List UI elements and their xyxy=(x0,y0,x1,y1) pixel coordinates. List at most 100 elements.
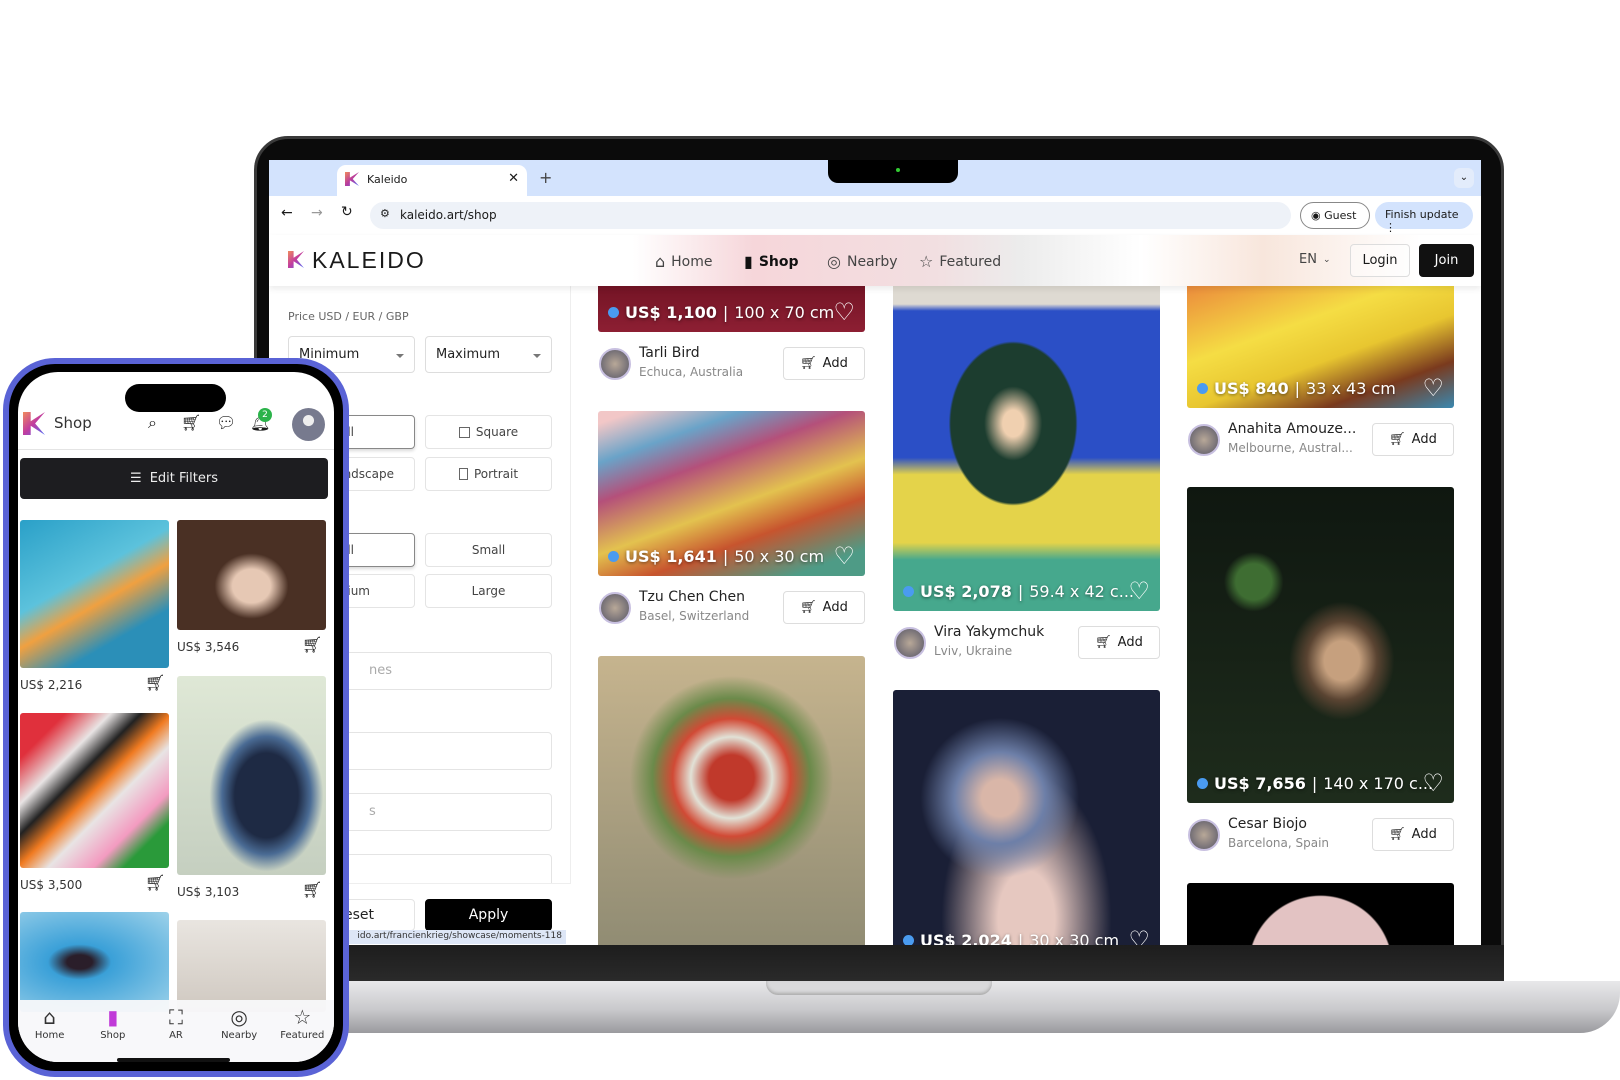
notification-badge: 2 xyxy=(258,408,272,422)
cart-icon[interactable]: 🛒︎ xyxy=(302,880,322,899)
artwork-image[interactable]: US$ 7,656 | 140 x 170 c... ♡ xyxy=(1187,487,1454,803)
artist-name[interactable]: Cesar Biojo xyxy=(1228,816,1307,832)
artwork-thumbnail[interactable] xyxy=(20,912,169,1012)
heart-icon[interactable]: ♡ xyxy=(1128,579,1150,603)
status-url-text: ido.art/francienkrieg/showcase/moments-1… xyxy=(357,931,562,941)
guest-profile-button[interactable]: ◉ Guest xyxy=(1300,202,1370,229)
nav-home[interactable]: ⌂ Home xyxy=(655,252,713,271)
avatar[interactable] xyxy=(292,408,325,441)
price-label: US$ 2,216 xyxy=(20,678,83,692)
input-placeholder: s xyxy=(369,804,376,819)
artwork-thumbnail[interactable] xyxy=(177,920,326,1012)
price-label: US$ 3,500 xyxy=(20,878,83,892)
address-bar-row: ← → ↻ ⚙ kaleido.art/shop ◉ Guest Finish … xyxy=(269,196,1481,235)
artist-name[interactable]: Anahita Amouze... xyxy=(1228,421,1356,437)
option-label: Square xyxy=(475,425,519,439)
heart-icon[interactable]: ♡ xyxy=(833,300,855,324)
finish-update-button[interactable]: Finish update ⋮ xyxy=(1375,202,1473,234)
artist-avatar[interactable] xyxy=(1188,424,1220,456)
cart-icon[interactable]: 🛒︎ xyxy=(145,673,165,692)
artist-avatar[interactable] xyxy=(599,592,631,624)
nav-label: Featured xyxy=(939,253,1002,270)
login-button[interactable]: Login xyxy=(1350,244,1410,277)
artist-name[interactable]: Vira Yakymchuk xyxy=(934,624,1044,640)
artwork-image[interactable] xyxy=(1187,883,1454,945)
bottom-nav-nearby[interactable]: ◎ Nearby xyxy=(209,1006,269,1062)
forward-icon[interactable]: → xyxy=(311,205,323,221)
nav-featured[interactable]: ☆ Featured xyxy=(919,252,1001,271)
artwork-thumbnail[interactable] xyxy=(177,520,326,630)
size-small[interactable]: Small xyxy=(425,533,552,567)
artwork-image[interactable]: US$ 2,078 | 59.4 x 42 c... ♡ xyxy=(893,270,1160,611)
new-tab-button[interactable]: + xyxy=(539,168,552,187)
artwork-image[interactable] xyxy=(598,656,865,945)
star-icon: ☆ xyxy=(919,252,934,271)
bottom-nav-shop[interactable]: ▮ Shop xyxy=(83,1006,143,1062)
browser-window: Kaleido ✕ + ⌄ ← → ↻ ⚙ kaleido.art/shop ◉… xyxy=(269,160,1481,945)
kaleido-logo-icon[interactable] xyxy=(23,412,45,435)
search-icon[interactable]: ⌕ xyxy=(148,413,157,433)
dimensions: 50 x 30 cm xyxy=(734,547,825,566)
artwork-image[interactable]: US$ 2,024 | 30 x 30 cm ♡ xyxy=(893,690,1160,945)
nav-label: Home xyxy=(34,1030,65,1041)
edit-filters-label: Edit Filters xyxy=(149,471,218,486)
artwork-image[interactable]: US$ 840 | 33 x 43 cm ♡ xyxy=(1187,270,1454,408)
heart-icon[interactable]: ♡ xyxy=(1422,376,1444,400)
artist-location: Lviv, Ukraine xyxy=(934,644,1013,658)
dimensions: 33 x 43 cm xyxy=(1306,379,1396,398)
site-logo[interactable]: KALEIDO xyxy=(288,247,426,274)
reload-icon[interactable]: ↻ xyxy=(341,204,353,220)
add-to-cart-button[interactable]: 🛒︎ Add xyxy=(1078,626,1160,659)
bottom-nav-featured[interactable]: ☆ Featured xyxy=(272,1006,332,1062)
price-maximum-select[interactable]: Maximum xyxy=(425,336,552,373)
add-label: Add xyxy=(822,600,848,615)
artist-row: Tzu Chen Chen Basel, Switzerland 🛒︎ Add xyxy=(598,589,865,626)
cart-icon: 🛒︎ xyxy=(800,600,817,615)
heart-icon[interactable]: ♡ xyxy=(1128,928,1150,945)
add-to-cart-button[interactable]: 🛒︎ Add xyxy=(783,347,865,380)
artist-avatar[interactable] xyxy=(1188,819,1220,851)
bottom-nav-home[interactable]: ⌂ Home xyxy=(20,1006,80,1062)
nav-shop[interactable]: ▮ Shop xyxy=(744,252,799,271)
artwork-thumbnail[interactable] xyxy=(177,676,326,875)
cart-icon: 🛒︎ xyxy=(1095,635,1112,650)
cart-icon: 🛒︎ xyxy=(1389,432,1406,447)
apply-button[interactable]: Apply xyxy=(425,899,552,931)
add-to-cart-button[interactable]: 🛒︎ Add xyxy=(1372,423,1454,456)
join-button[interactable]: Join xyxy=(1419,244,1474,277)
add-to-cart-button[interactable]: 🛒︎ Add xyxy=(783,591,865,624)
option-label: Portrait xyxy=(473,467,519,481)
url-input[interactable]: ⚙ kaleido.art/shop xyxy=(370,202,1291,229)
more-menu-icon[interactable]: ⋮ xyxy=(1385,221,1396,234)
orientation-portrait[interactable]: Portrait xyxy=(425,457,552,491)
language-select[interactable]: EN ⌄ xyxy=(1299,252,1331,267)
cart-icon: 🛒︎ xyxy=(1389,827,1406,842)
close-tab-icon[interactable]: ✕ xyxy=(508,171,519,186)
heart-icon[interactable]: ♡ xyxy=(833,544,855,568)
cart-icon[interactable]: 🛒︎ xyxy=(181,413,201,432)
nav-nearby[interactable]: ◎ Nearby xyxy=(827,252,898,271)
back-icon[interactable]: ← xyxy=(281,205,293,221)
chat-icon[interactable]: 💬︎ xyxy=(216,413,236,432)
edit-filters-button[interactable]: ☰ Edit Filters xyxy=(20,458,328,499)
orientation-square[interactable]: Square xyxy=(425,415,552,449)
bottom-nav-ar[interactable]: ⛶ AR xyxy=(146,1006,206,1062)
site-settings-icon[interactable]: ⚙ xyxy=(380,207,390,220)
artist-avatar[interactable] xyxy=(894,627,926,659)
cart-icon[interactable]: 🛒︎ xyxy=(302,635,322,654)
bottom-nav: ⌂ Home ▮ Shop ⛶ AR ◎ Nearby ☆ Featured xyxy=(18,1000,334,1062)
artist-name[interactable]: Tzu Chen Chen xyxy=(639,589,745,605)
add-to-cart-button[interactable]: 🛒︎ Add xyxy=(1372,818,1454,851)
browser-tab[interactable]: Kaleido ✕ xyxy=(337,165,527,196)
artwork-image[interactable]: US$ 1,641 | 50 x 30 cm ♡ xyxy=(598,411,865,576)
guest-label: Guest xyxy=(1324,209,1357,222)
nav-label: Nearby xyxy=(846,253,898,270)
artist-avatar[interactable] xyxy=(599,348,631,380)
size-large[interactable]: Large xyxy=(425,574,552,608)
cart-icon[interactable]: 🛒︎ xyxy=(145,873,165,892)
artwork-thumbnail[interactable] xyxy=(20,520,169,668)
artist-name[interactable]: Tarli Bird xyxy=(639,345,700,361)
heart-icon[interactable]: ♡ xyxy=(1422,771,1444,795)
tab-search-chevron-icon[interactable]: ⌄ xyxy=(1454,168,1474,188)
artwork-thumbnail[interactable] xyxy=(20,713,169,868)
